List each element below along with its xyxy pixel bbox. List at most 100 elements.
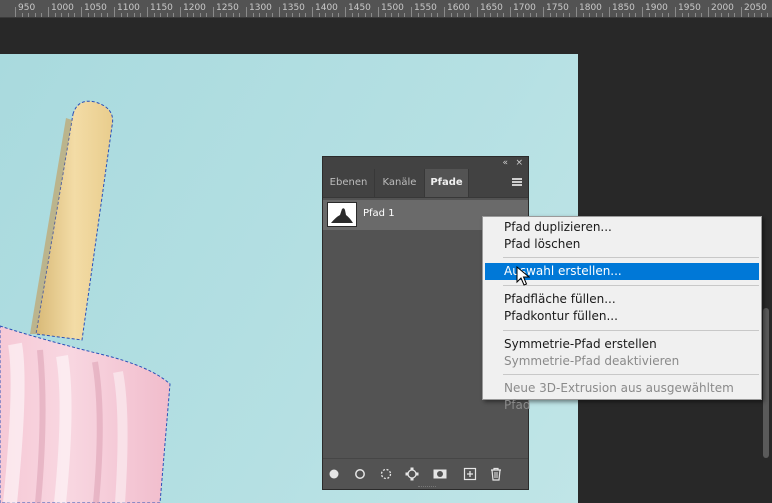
ruler-subtick <box>655 13 657 17</box>
horizontal-ruler[interactable]: 950 1000 1050 1100 1150 1200 1250 1300 1… <box>0 0 772 18</box>
ruler-label: 1200 <box>183 3 206 13</box>
panel-menu-icon[interactable] <box>512 178 522 186</box>
fill-path-icon[interactable] <box>327 467 341 481</box>
stroke-path-icon[interactable] <box>353 467 367 481</box>
ruler-tick <box>180 7 181 17</box>
context-menu: Pfad duplizieren... Pfad löschen Auswahl… <box>482 216 762 412</box>
ruler-subtick <box>424 13 426 17</box>
ruler-tick <box>48 7 49 17</box>
ruler-subtick <box>767 13 769 17</box>
ruler-subtick <box>21 13 23 17</box>
panel-header: « × <box>323 157 528 169</box>
resize-grip[interactable] <box>418 486 436 490</box>
menu-item-new-3d-extrusion: Neue 3D-Extrusion aus ausgewähltem Pfad <box>504 381 734 412</box>
ruler-subtick <box>747 13 749 17</box>
ruler-subtick <box>100 13 102 17</box>
menu-item-delete-path[interactable]: Pfad löschen <box>485 236 759 253</box>
ruler-tick <box>576 7 577 17</box>
ruler-subtick <box>28 13 30 17</box>
ruler-subtick <box>417 13 419 17</box>
ruler-subtick <box>358 13 360 17</box>
ruler-subtick <box>523 13 525 17</box>
ruler-subtick <box>496 13 498 17</box>
ruler-subtick <box>252 13 254 17</box>
ruler-label: 1700 <box>513 3 536 13</box>
ruler-subtick <box>615 13 617 17</box>
ruler-subtick <box>391 13 393 17</box>
ruler-label: 1900 <box>645 3 668 13</box>
ruler-tick <box>114 7 115 17</box>
ruler-subtick <box>292 13 294 17</box>
ruler-subtick <box>87 13 89 17</box>
ruler-subtick <box>120 13 122 17</box>
tab-kanaele[interactable]: Kanäle <box>375 169 425 197</box>
ruler-subtick <box>166 13 168 17</box>
ruler-subtick <box>232 13 234 17</box>
tab-ebenen[interactable]: Ebenen <box>323 169 375 197</box>
menu-item-stroke-path[interactable]: Pfadkontur füllen... <box>485 308 759 325</box>
menu-item-disable-symmetry-path: Symmetrie-Pfad deaktivieren <box>504 354 680 368</box>
ruler-subtick <box>734 13 736 17</box>
menu-item-duplicate-path[interactable]: Pfad duplizieren... <box>485 219 759 236</box>
ruler-subtick <box>457 13 459 17</box>
ruler-subtick <box>754 13 756 17</box>
ruler-label: 1400 <box>315 3 338 13</box>
ruler-subtick <box>701 13 703 17</box>
ruler-tick <box>81 7 82 17</box>
ruler-subtick <box>153 13 155 17</box>
menu-separator <box>503 330 759 331</box>
ruler-subtick <box>397 13 399 17</box>
menu-separator <box>503 374 759 375</box>
add-mask-icon[interactable] <box>433 467 447 481</box>
ruler-tick <box>246 7 247 17</box>
ruler-label: 1750 <box>546 3 569 13</box>
ruler-label: 1950 <box>678 3 701 13</box>
collapse-icon[interactable]: « <box>502 157 508 169</box>
ruler-tick <box>411 7 412 17</box>
ruler-subtick <box>107 13 109 17</box>
ruler-subtick <box>503 13 505 17</box>
ruler-subtick <box>470 13 472 17</box>
ruler-label: 1350 <box>282 3 305 13</box>
ruler-subtick <box>351 13 353 17</box>
ruler-tick <box>477 7 478 17</box>
ruler-subtick <box>760 13 762 17</box>
ruler-subtick <box>265 13 267 17</box>
new-path-icon[interactable] <box>463 467 477 481</box>
menu-separator <box>503 257 759 258</box>
ruler-subtick <box>635 13 637 17</box>
ruler-subtick <box>219 13 221 17</box>
load-selection-icon[interactable] <box>379 467 393 481</box>
ruler-subtick <box>721 13 723 17</box>
ruler-tick <box>345 7 346 17</box>
ruler-label: 1600 <box>447 3 470 13</box>
ruler-subtick <box>272 13 274 17</box>
panel-tabbar: Ebenen Kanäle Pfade <box>323 169 528 198</box>
ruler-label: 1150 <box>150 3 173 13</box>
work-path-icon[interactable] <box>405 467 419 481</box>
ruler-label: 1300 <box>249 3 272 13</box>
ruler-subtick <box>54 13 56 17</box>
ruler-subtick <box>259 13 261 17</box>
ruler-subtick <box>437 13 439 17</box>
delete-path-icon[interactable] <box>489 467 503 481</box>
ruler-subtick <box>206 13 208 17</box>
tab-pfade[interactable]: Pfade <box>425 169 469 197</box>
ruler-subtick <box>173 13 175 17</box>
ruler-subtick <box>160 13 162 17</box>
menu-separator <box>503 285 759 286</box>
ruler-subtick <box>41 13 43 17</box>
scrollbar-thumb[interactable] <box>763 308 769 458</box>
ruler-label: 1100 <box>117 3 140 13</box>
ruler-subtick <box>516 13 518 17</box>
ruler-subtick <box>536 13 538 17</box>
menu-item-create-symmetry-path[interactable]: Symmetrie-Pfad erstellen <box>485 336 759 353</box>
ruler-label: 1050 <box>84 3 107 13</box>
menu-item-fill-path[interactable]: Pfadfläche füllen... <box>485 291 759 308</box>
ruler-label: 1450 <box>348 3 371 13</box>
ruler-label: 1850 <box>612 3 635 13</box>
path-name: Pfad 1 <box>363 208 395 219</box>
ruler-tick <box>15 7 16 17</box>
close-icon[interactable]: × <box>515 157 523 169</box>
ruler-label: 2050 <box>744 3 767 13</box>
